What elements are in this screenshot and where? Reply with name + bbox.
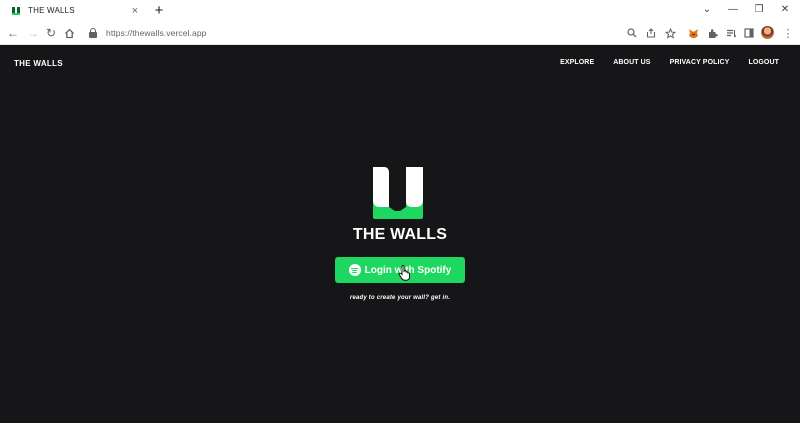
minimize-button[interactable]: —: [720, 0, 746, 19]
site-brand[interactable]: THE WALLS: [14, 59, 63, 68]
nav-privacy-policy[interactable]: PRIVACY POLICY: [670, 59, 730, 66]
web-page: THE WALLS EXPLORE ABOUT US PRIVACY POLIC…: [0, 45, 800, 423]
tagline: ready to create your wall? get in.: [349, 295, 451, 301]
reading-list-icon[interactable]: [723, 25, 739, 41]
back-button[interactable]: ←: [5, 25, 21, 41]
nav-about-us[interactable]: ABOUT US: [613, 59, 650, 66]
reload-button[interactable]: ↻: [43, 25, 59, 41]
forward-button[interactable]: →: [25, 25, 41, 41]
site-favicon-icon: [12, 6, 20, 15]
metamask-icon[interactable]: [685, 25, 701, 41]
site-nav: EXPLORE ABOUT US PRIVACY POLICY LOGOUT: [560, 59, 779, 66]
tab-close-icon[interactable]: ×: [128, 4, 142, 18]
hero-title: THE WALLS: [352, 226, 448, 243]
new-tab-button[interactable]: +: [151, 2, 167, 19]
home-icon: [64, 28, 74, 38]
lock-icon: [88, 28, 98, 38]
extensions-icon[interactable]: [704, 25, 720, 41]
kebab-menu-icon[interactable]: ⋮: [780, 25, 796, 41]
nav-logout[interactable]: LOGOUT: [748, 59, 779, 66]
side-panel-icon[interactable]: [741, 25, 757, 41]
tab-search-dropdown-icon[interactable]: ⌄: [694, 0, 720, 19]
restore-button[interactable]: ❐: [746, 0, 772, 19]
tab-title: THE WALLS: [28, 6, 75, 15]
spotify-icon: [348, 264, 361, 276]
home-button[interactable]: [61, 25, 77, 41]
profile-avatar[interactable]: [761, 26, 774, 39]
window-close-button[interactable]: ✕: [772, 0, 798, 19]
address-bar[interactable]: https://thewalls.vercel.app: [84, 24, 614, 42]
browser-tab[interactable]: THE WALLS ×: [0, 0, 148, 21]
search-icon[interactable]: [624, 25, 640, 41]
hand-cursor-icon: [398, 265, 410, 281]
star-icon[interactable]: [662, 25, 678, 41]
browser-tab-bar: THE WALLS × + ⌄ — ❐ ✕: [0, 0, 800, 21]
browser-toolbar: ← → ↻ https://thewalls.vercel.app ⋮: [0, 21, 800, 45]
nav-explore[interactable]: EXPLORE: [560, 59, 594, 66]
url-text: https://thewalls.vercel.app: [106, 28, 207, 38]
share-icon[interactable]: [643, 25, 659, 41]
the-walls-logo: [373, 167, 423, 219]
